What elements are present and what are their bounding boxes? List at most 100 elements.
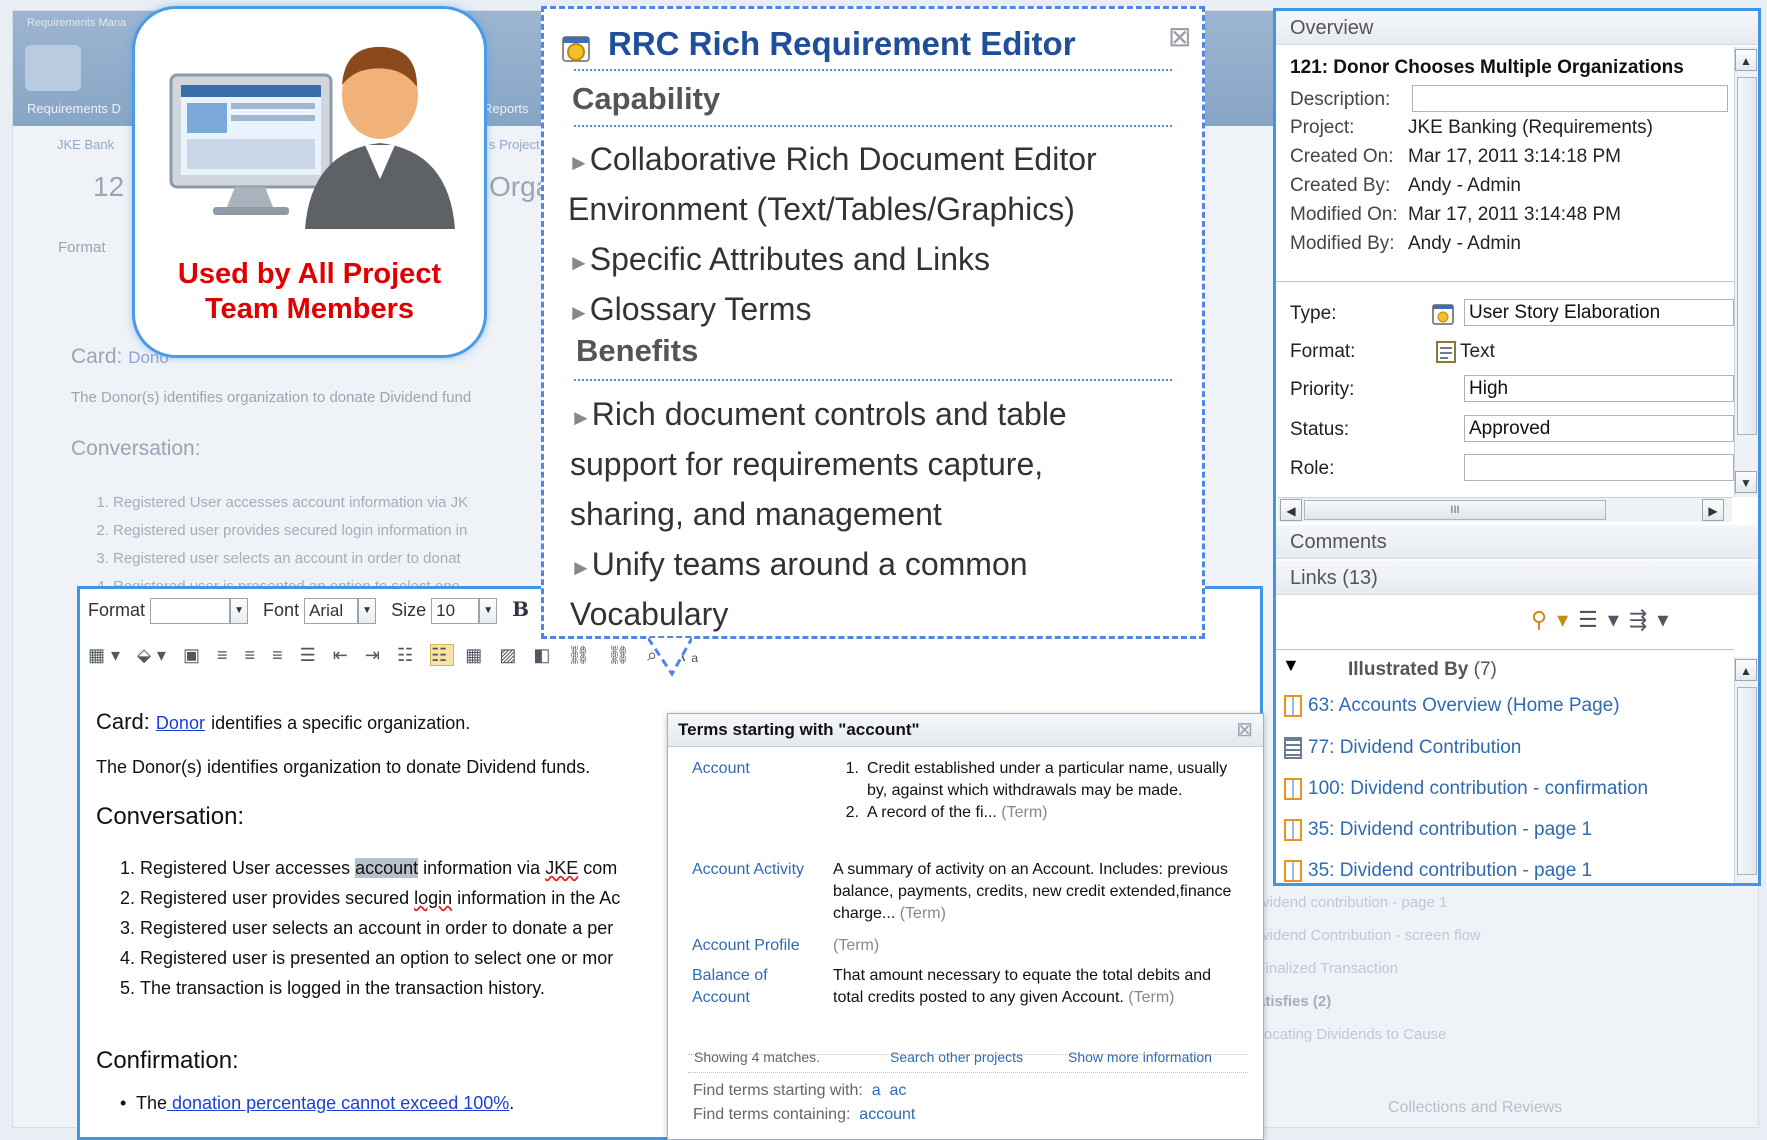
- overview-vertical-scrollbar[interactable]: ▲ ▼: [1734, 47, 1758, 497]
- chevron-down-icon[interactable]: ▼: [230, 598, 249, 625]
- link-filter-icon[interactable]: ⇶▾: [1629, 607, 1678, 632]
- background-card-label: Card:: [71, 345, 123, 368]
- starting-a-link[interactable]: a: [872, 1082, 881, 1099]
- align-center-icon[interactable]: ≡: [245, 645, 262, 665]
- callout-pointer: [648, 638, 692, 677]
- modified-on-value: Mar 17, 2011 3:14:48 PM: [1408, 204, 1621, 225]
- glossary-term[interactable]: Account Profile: [692, 935, 800, 957]
- scroll-thumb[interactable]: III: [1304, 500, 1606, 520]
- links-section[interactable]: Links (13): [1276, 561, 1758, 595]
- donor-link[interactable]: Donor: [156, 713, 205, 733]
- confirmation-link[interactable]: donation percentage cannot exceed 100%: [167, 1093, 509, 1113]
- glossary-title: Terms starting with "account": [678, 720, 920, 739]
- feature-description-box: RRC Rich Requirement Editor ⊠ Capability…: [541, 6, 1205, 639]
- collections-and-reviews[interactable]: Collections and Reviews: [1388, 1099, 1562, 1117]
- font-select[interactable]: Arial: [304, 598, 359, 625]
- benefit-text: Rich document controls and table: [591, 396, 1067, 432]
- comments-section[interactable]: Comments: [1276, 525, 1758, 559]
- chevron-down-icon[interactable]: ▼: [479, 598, 498, 625]
- priority-select[interactable]: High: [1464, 375, 1734, 402]
- glossary-term[interactable]: Account Activity: [692, 859, 804, 881]
- numbered-list-icon[interactable]: ☷: [430, 644, 455, 666]
- insert-artifact-icon[interactable]: ◧: [533, 645, 556, 665]
- link-item[interactable]: 100: Dividend contribution - confirmatio…: [1284, 778, 1648, 800]
- link-text[interactable]: 63: Accounts Overview (Home Page): [1308, 695, 1620, 716]
- sketch-icon: [1284, 860, 1302, 882]
- starting-ac-link[interactable]: ac: [890, 1082, 907, 1099]
- scroll-up-icon[interactable]: ▲: [1735, 49, 1757, 71]
- search-other-projects-link[interactable]: Search other projects: [890, 1049, 1023, 1065]
- glossary-definition: A summary of activity on an Account. Inc…: [833, 859, 1243, 925]
- link-list-icon[interactable]: ☰▾: [1578, 607, 1629, 632]
- scroll-up-icon[interactable]: ▲: [1735, 659, 1757, 681]
- link-add-icon[interactable]: ⚲▾: [1531, 607, 1578, 632]
- background-breadcrumb[interactable]: JKE Bank: [57, 137, 114, 152]
- background-nav-item[interactable]: Requirements D: [27, 101, 121, 116]
- scroll-thumb[interactable]: [1737, 687, 1757, 875]
- glossary-popup: Terms starting with "account" ⊠ Account …: [667, 713, 1264, 1140]
- background-nav-reports[interactable]: Reports: [483, 101, 529, 116]
- glossary-term[interactable]: Balance of Account: [692, 965, 812, 1009]
- close-icon[interactable]: ⊠: [1168, 23, 1196, 51]
- image-icon[interactable]: ▨: [499, 645, 522, 665]
- type-select[interactable]: User Story Elaboration: [1464, 299, 1734, 326]
- fill-color-icon[interactable]: ⬙▾: [137, 645, 172, 665]
- unlink-icon[interactable]: ⛓: [607, 645, 636, 665]
- link-text[interactable]: 100: Dividend contribution - confirmatio…: [1308, 778, 1648, 799]
- requirement-type-icon: [1432, 304, 1454, 325]
- link-item[interactable]: 35: Dividend contribution - page 1: [1284, 819, 1592, 841]
- item-text: Registered User accesses: [140, 858, 356, 878]
- table-icon[interactable]: ▦▾: [88, 645, 126, 665]
- project-label: Project:: [1290, 117, 1355, 138]
- overview-horizontal-scrollbar[interactable]: ◀ III ▶: [1278, 497, 1732, 522]
- align-left-icon[interactable]: ≡: [217, 645, 234, 665]
- containing-account-link[interactable]: account: [859, 1106, 915, 1123]
- link-item[interactable]: 35: Dividend contribution - page 1: [1284, 860, 1592, 882]
- artifact-title: 121: Donor Chooses Multiple Organization…: [1290, 57, 1684, 78]
- scroll-thumb[interactable]: [1737, 77, 1757, 435]
- card-text: identifies a specific organization.: [211, 713, 471, 733]
- conversation-list: Registered User accesses account informa…: [118, 853, 620, 1003]
- bold-button[interactable]: B: [512, 597, 529, 621]
- indent-icon[interactable]: ⇥: [365, 645, 386, 665]
- scroll-right-icon[interactable]: ▶: [1702, 499, 1724, 521]
- scroll-down-icon[interactable]: ▼: [1735, 471, 1757, 493]
- link-text[interactable]: 35: Dividend contribution - page 1: [1308, 860, 1592, 881]
- link-icon[interactable]: ⛓: [567, 645, 596, 665]
- glossary-term[interactable]: Account: [692, 758, 750, 780]
- chevron-down-icon[interactable]: ▼: [358, 598, 377, 625]
- insert-table-icon[interactable]: ▦: [465, 645, 488, 665]
- link-text[interactable]: 35: Dividend contribution - page 1: [1308, 819, 1592, 840]
- link-item[interactable]: 77: Dividend Contribution: [1284, 737, 1521, 759]
- link-item[interactable]: 63: Accounts Overview (Home Page): [1284, 695, 1620, 717]
- scroll-left-icon[interactable]: ◀: [1280, 499, 1302, 521]
- justify-icon[interactable]: ☰: [300, 645, 322, 665]
- home-icon[interactable]: [25, 45, 81, 91]
- editor-toolbar-row1: Format ▼ Font Arial ▼ Size 10 ▼ B: [88, 597, 529, 625]
- align-right-icon[interactable]: ≡: [272, 645, 289, 665]
- show-more-information-link[interactable]: Show more information: [1068, 1049, 1212, 1065]
- background-breadcrumb-project[interactable]: s Project: [489, 137, 540, 152]
- close-icon[interactable]: ⊠: [1236, 717, 1253, 742]
- size-select[interactable]: 10: [431, 598, 480, 625]
- bullet-arrow-icon: ►: [570, 405, 592, 430]
- created-on-row: Created On: Mar 17, 2011 3:14:18 PM: [1290, 146, 1621, 168]
- format-select[interactable]: [150, 598, 231, 625]
- overview-header[interactable]: Overview: [1276, 11, 1758, 45]
- item-text: information via: [418, 858, 546, 878]
- role-select[interactable]: [1464, 454, 1734, 481]
- link-text[interactable]: 77: Dividend Contribution: [1308, 737, 1521, 758]
- glossary-term-highlight[interactable]: account: [355, 858, 419, 878]
- separator: [688, 1072, 1248, 1073]
- status-select[interactable]: Approved: [1464, 415, 1734, 442]
- sketch-icon: [1284, 695, 1302, 717]
- list-item: Registered user selects an account in or…: [140, 913, 620, 943]
- style-icon[interactable]: ▣: [183, 645, 206, 665]
- outdent-icon[interactable]: ⇤: [333, 645, 354, 665]
- bullet-list-icon[interactable]: ☷: [397, 645, 419, 665]
- illustrated-by-heading[interactable]: Illustrated By (7): [1348, 659, 1497, 681]
- collapse-triangle-icon[interactable]: ▼: [1282, 655, 1300, 676]
- font-label: Font: [263, 600, 300, 620]
- links-vertical-scrollbar[interactable]: ▲: [1734, 657, 1758, 883]
- description-field[interactable]: [1412, 85, 1728, 112]
